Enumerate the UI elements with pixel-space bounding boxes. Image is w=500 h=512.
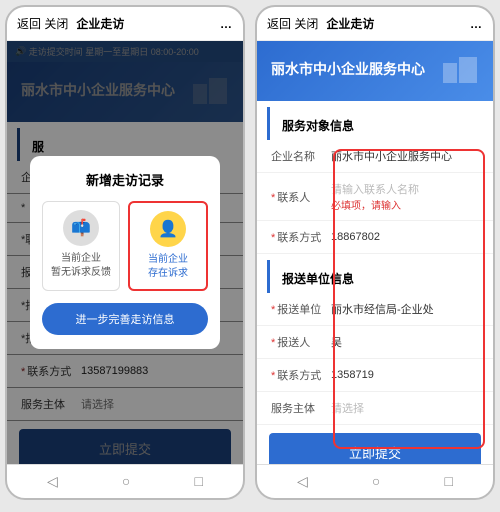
page-title: 企业走访 [76, 15, 220, 32]
modal-title: 新增走访记录 [42, 170, 208, 189]
report-unit-row[interactable]: *报送单位 丽水市经信局-企业处 [257, 293, 493, 326]
nav-home-icon[interactable]: ○ [122, 473, 130, 490]
more-icon[interactable]: … [220, 17, 233, 31]
hero-banner: 丽水市中小企业服务中心 [257, 41, 493, 101]
contact-phone-row[interactable]: *联系方式 18867802 [257, 221, 493, 254]
company-name-row: 企业名称 丽水市中小企业服务中心 [257, 140, 493, 173]
contact-person-row[interactable]: *联系人 请输入联系人名称必填项，请输入 [257, 173, 493, 221]
nav-recent-icon[interactable]: □ [194, 473, 202, 490]
nav-home-icon[interactable]: ○ [372, 473, 380, 490]
building-icon [441, 55, 481, 85]
back-button[interactable]: 返回 关闭 [267, 15, 318, 32]
modal-continue-button[interactable]: 进一步完善走访信息 [42, 303, 208, 335]
submit-button[interactable]: 立即提交 [269, 433, 481, 464]
add-visit-modal: 新增走访记录 📫 当前企业暂无诉求反馈 👤 当前企业存在诉求 进一步完善走访信息 [30, 156, 220, 349]
nav-recent-icon[interactable]: □ [444, 473, 452, 490]
navbar: ◁ ○ □ [257, 464, 493, 498]
section-service-target: 服务对象信息 [267, 107, 493, 140]
more-icon[interactable]: … [470, 17, 483, 31]
service-body-row[interactable]: 服务主体 请选择 [257, 392, 493, 425]
header: 返回 关闭 企业走访 … [257, 7, 493, 41]
back-button[interactable]: 返回 关闭 [17, 15, 68, 32]
modal-overlay[interactable]: 新增走访记录 📫 当前企业暂无诉求反馈 👤 当前企业存在诉求 进一步完善走访信息 [7, 41, 243, 464]
person-icon: 👤 [150, 211, 186, 247]
nav-back-icon[interactable]: ◁ [297, 473, 308, 490]
navbar: ◁ ○ □ [7, 464, 243, 498]
section-report-unit: 报送单位信息 [267, 260, 493, 293]
report-phone-row[interactable]: *联系方式 1358719 [257, 359, 493, 392]
nav-back-icon[interactable]: ◁ [47, 473, 58, 490]
page-title: 企业走访 [326, 15, 470, 32]
report-person-row[interactable]: *报送人 吴 [257, 326, 493, 359]
mailbox-icon: 📫 [63, 210, 99, 246]
card-has-demand[interactable]: 👤 当前企业存在诉求 [128, 201, 208, 291]
card-no-demand[interactable]: 📫 当前企业暂无诉求反馈 [42, 201, 120, 291]
header: 返回 关闭 企业走访 … [7, 7, 243, 41]
